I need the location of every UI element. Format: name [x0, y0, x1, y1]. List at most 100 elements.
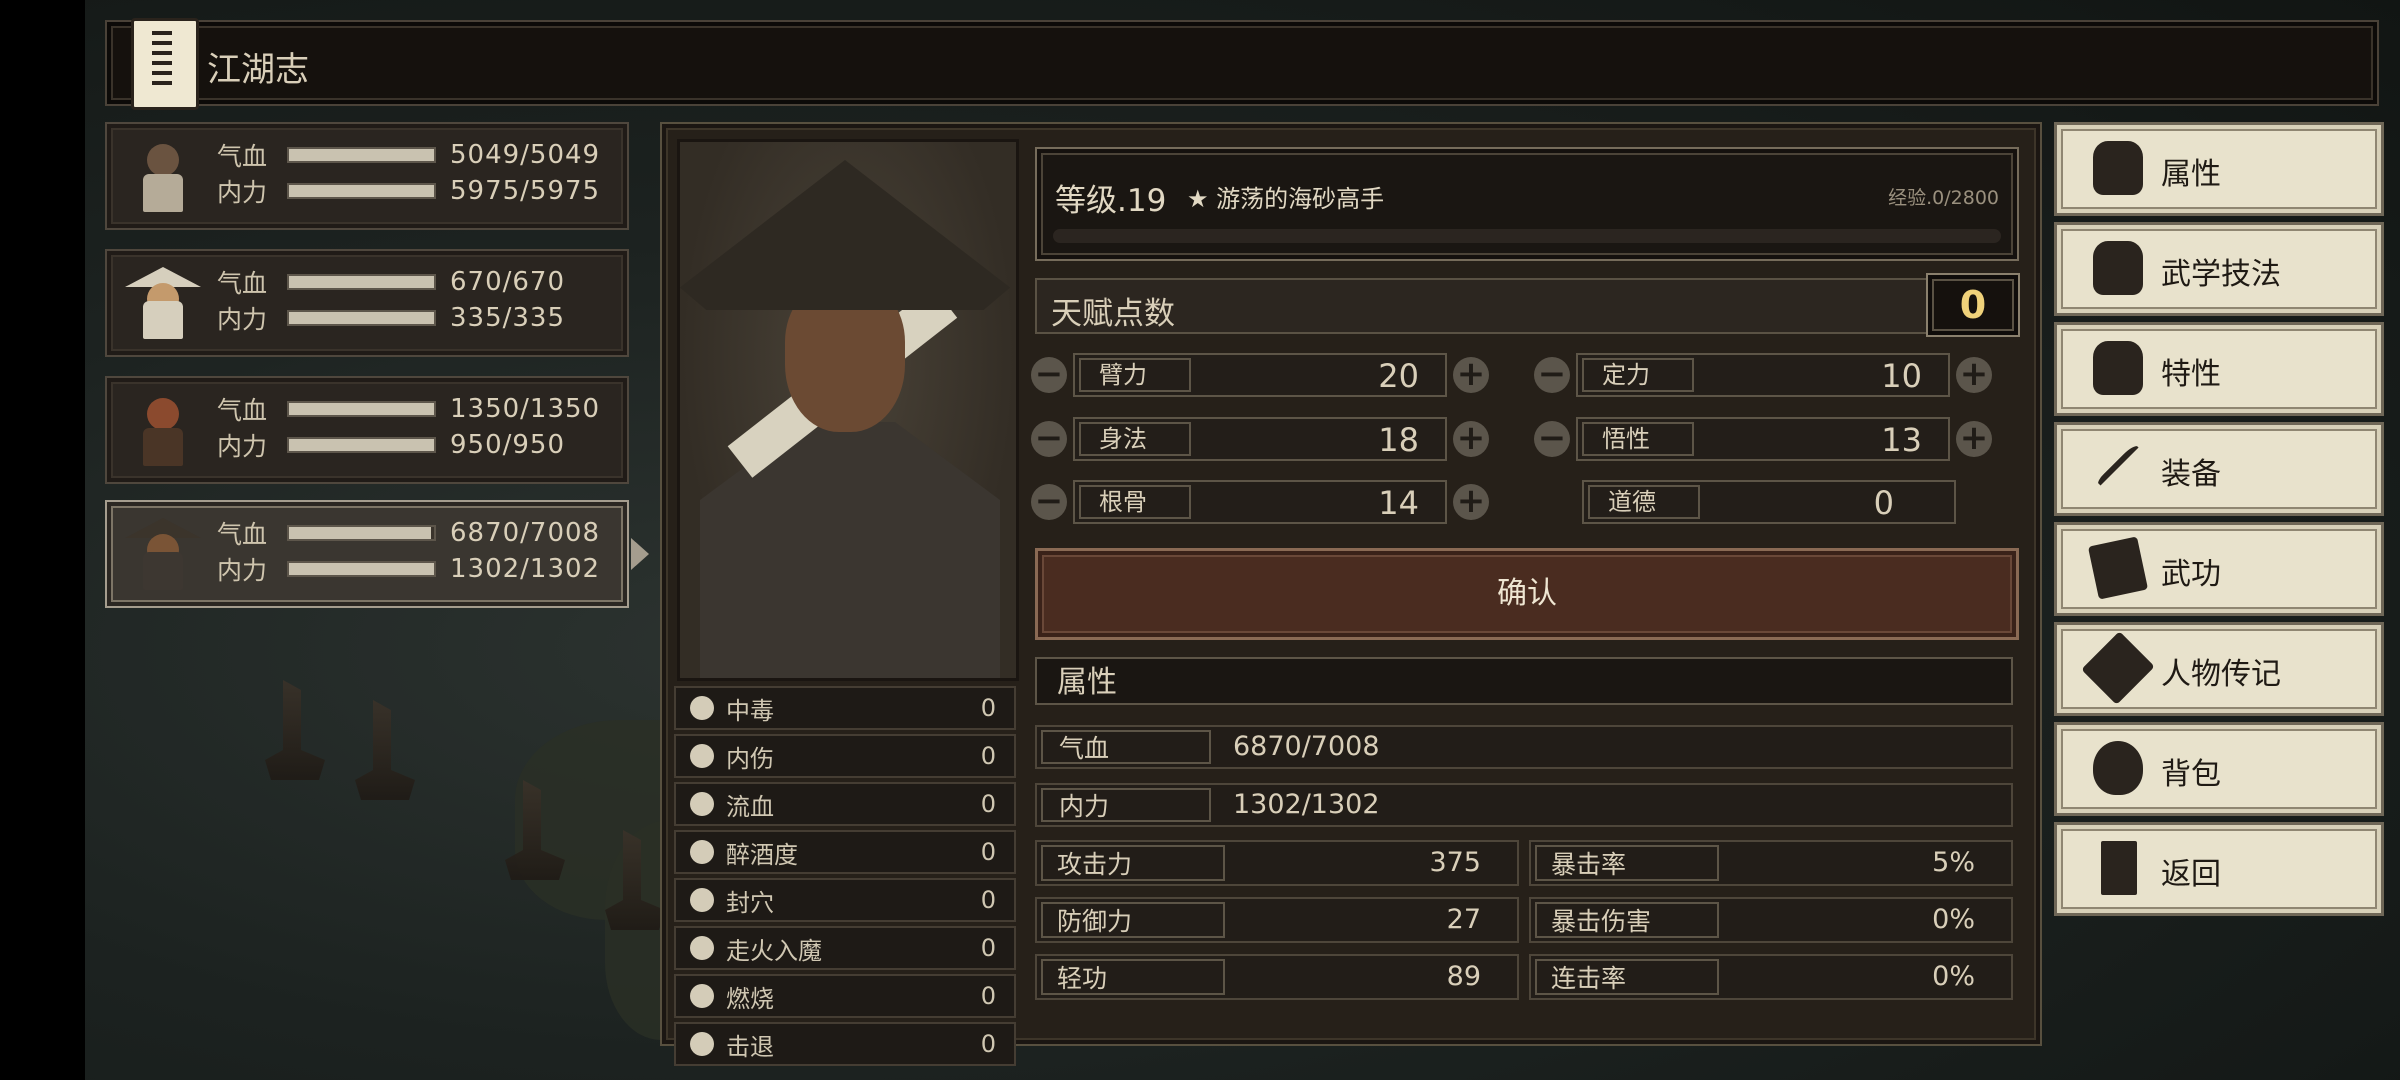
party-member-2[interactable]: 气血 670/670 内力 335/335 — [105, 249, 629, 357]
attr-insight: 悟性 13 — [1576, 417, 1950, 461]
attr-agility: 身法 18 — [1073, 417, 1447, 461]
plus-icon[interactable]: + — [1453, 484, 1489, 520]
status-value: 0 — [980, 838, 996, 866]
menu-label: 背包 — [2161, 757, 2221, 792]
page-title: 江湖志 — [207, 50, 309, 90]
character-title: ★ 游荡的海砂高手 — [1187, 185, 1385, 213]
mp-label: 内力 — [217, 305, 268, 334]
mp-value: 335/335 — [450, 303, 566, 333]
menu-equipment-button[interactable]: 装备 — [2054, 422, 2384, 516]
stat-value: 5% — [1932, 847, 1975, 878]
attr-focus: 定力 10 — [1576, 353, 1950, 397]
party-member-4-selected[interactable]: 气血 6870/7008 内力 1302/1302 — [105, 500, 649, 608]
plus-icon[interactable]: + — [1956, 421, 1992, 457]
attr-label: 根骨 — [1079, 485, 1191, 519]
minus-icon[interactable]: − — [1031, 421, 1067, 457]
plus-icon[interactable]: + — [1453, 357, 1489, 393]
menu-biography-button[interactable]: 人物传记 — [2054, 622, 2384, 716]
drunk-face-icon — [690, 840, 714, 864]
stat-value: 375 — [1429, 847, 1481, 878]
trait-icon — [2093, 341, 2143, 395]
attr-label: 臂力 — [1079, 358, 1191, 392]
attr-label: 身法 — [1079, 422, 1191, 456]
minus-icon[interactable]: − — [1534, 357, 1570, 393]
party-member-1[interactable]: 气血 5049/5049 内力 5975/5975 — [105, 122, 629, 230]
mp-label: 内力 — [217, 432, 268, 461]
mp-bar — [287, 310, 436, 326]
mp-bar — [287, 437, 436, 453]
stat-value: 1302/1302 — [1233, 789, 1380, 820]
attr-value: 13 — [1881, 421, 1922, 459]
status-value: 0 — [980, 790, 996, 818]
stat-crit-row: 暴击率 5% — [1529, 840, 2013, 886]
level-box: 等级.19 ★ 游荡的海砂高手 经验.0/2800 — [1035, 147, 2019, 261]
mp-bar — [287, 183, 436, 199]
character-icon — [2093, 141, 2143, 195]
hp-value: 670/670 — [450, 267, 566, 297]
attr-value: 10 — [1881, 357, 1922, 395]
boot-icon — [690, 1032, 714, 1056]
status-name: 击退 — [726, 1032, 774, 1061]
menu-return-button[interactable]: 返回 — [2054, 822, 2384, 916]
attr-label: 定力 — [1582, 358, 1694, 392]
status-qi-deviation: 走火入魔 0 — [674, 926, 1016, 970]
blood-drop-icon — [690, 792, 714, 816]
attr-value: 18 — [1378, 421, 1419, 459]
minus-icon[interactable]: − — [1031, 357, 1067, 393]
stat-value: 0% — [1932, 904, 1975, 935]
hp-label: 气血 — [217, 142, 268, 171]
hp-label: 气血 — [217, 269, 268, 298]
mp-label: 内力 — [217, 556, 268, 585]
stat-defense-row: 防御力 27 — [1035, 897, 1519, 943]
confirm-button[interactable]: 确认 — [1035, 548, 2019, 640]
menu-skills-button[interactable]: 武学技法 — [2054, 222, 2384, 316]
bag-icon — [2093, 741, 2143, 795]
talent-points-value: 0 — [1926, 273, 2020, 337]
status-knockback: 击退 0 — [674, 1022, 1016, 1066]
experience-text: 经验.0/2800 — [1888, 187, 1999, 209]
sword-icon — [2096, 443, 2146, 493]
plus-icon[interactable]: + — [1453, 421, 1489, 457]
menu-label: 返回 — [2161, 857, 2221, 892]
mp-value: 950/950 — [450, 430, 566, 460]
stat-hp-row: 气血 6870/7008 — [1035, 725, 2013, 769]
menu-label: 装备 — [2161, 457, 2221, 492]
hp-bar — [287, 274, 436, 290]
stat-label: 气血 — [1041, 730, 1211, 764]
stat-mp-row: 内力 1302/1302 — [1035, 783, 2013, 827]
status-value: 0 — [980, 886, 996, 914]
hp-label: 气血 — [217, 520, 268, 549]
menu-label: 人物传记 — [2161, 657, 2281, 692]
stat-label: 暴击率 — [1535, 845, 1719, 881]
stat-value: 89 — [1446, 961, 1481, 992]
status-name: 封穴 — [726, 888, 774, 917]
status-poison: 中毒 0 — [674, 686, 1016, 730]
title-bar: 江湖志 — [105, 18, 2379, 110]
menu-bag-button[interactable]: 背包 — [2054, 722, 2384, 816]
status-value: 0 — [980, 1030, 996, 1058]
status-value: 0 — [980, 742, 996, 770]
status-drunk: 醉酒度 0 — [674, 830, 1016, 874]
hp-label: 气血 — [217, 396, 268, 425]
status-bleeding: 流血 0 — [674, 782, 1016, 826]
menu-label: 特性 — [2161, 357, 2221, 392]
minus-icon[interactable]: − — [1534, 421, 1570, 457]
stat-label: 内力 — [1041, 788, 1211, 822]
menu-traits-button[interactable]: 特性 — [2054, 322, 2384, 416]
hp-value: 5049/5049 — [450, 140, 601, 170]
skill-icon — [2093, 241, 2143, 295]
minus-icon[interactable]: − — [1031, 484, 1067, 520]
plus-icon[interactable]: + — [1956, 357, 1992, 393]
stat-label: 暴击伤害 — [1535, 902, 1719, 938]
stat-label: 轻功 — [1041, 959, 1225, 995]
stat-label: 防御力 — [1041, 902, 1225, 938]
talent-label: 天赋点数 — [1051, 296, 1175, 332]
status-value: 0 — [980, 934, 996, 962]
status-name: 燃烧 — [726, 984, 774, 1013]
menu-attributes-button[interactable]: 属性 — [2054, 122, 2384, 216]
menu-martial-arts-button[interactable]: 武功 — [2054, 522, 2384, 616]
attr-value: 20 — [1378, 357, 1419, 395]
menu-label: 武学技法 — [2161, 257, 2281, 292]
hp-value: 6870/7008 — [450, 518, 601, 548]
party-member-3[interactable]: 气血 1350/1350 内力 950/950 — [105, 376, 629, 484]
